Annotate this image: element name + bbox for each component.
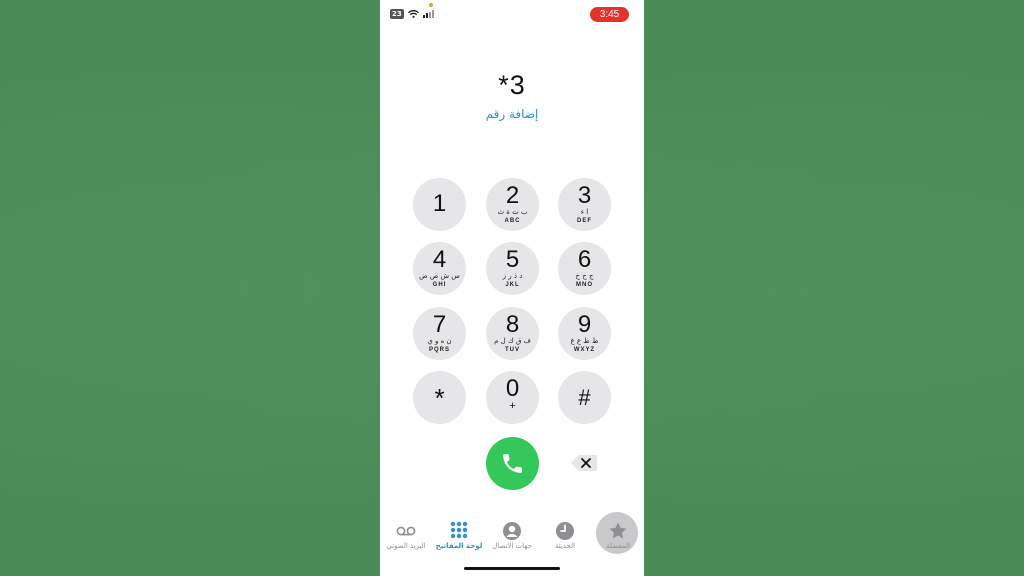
voicemail-icon xyxy=(396,526,416,536)
key-digit: 0 xyxy=(505,375,520,402)
key-arabic-letters: ج ح خ xyxy=(575,272,594,280)
key-6[interactable]: 6 ج ح خ MNO xyxy=(558,242,611,295)
key-latin-letters: DEF xyxy=(577,218,592,224)
tab-label: لوحة المفاتيح xyxy=(435,542,483,550)
key-arabic-letters: س ش ص ض xyxy=(419,272,460,280)
delete-button[interactable] xyxy=(570,454,598,472)
status-time[interactable]: 3:45 xyxy=(590,7,629,22)
home-indicator[interactable] xyxy=(464,567,560,570)
battery-indicator: 23 xyxy=(390,9,404,19)
key-latin-letters: TUV xyxy=(505,347,520,353)
key-digit: 9 xyxy=(577,311,592,338)
key-9[interactable]: 9 ط ظ ع غ WXYZ xyxy=(558,307,611,360)
cellular-signal-icon xyxy=(422,10,434,18)
key-latin-letters: GHI xyxy=(432,282,447,288)
tab-label: الحديثة xyxy=(554,542,576,550)
phone-icon xyxy=(503,454,522,473)
tab-label: جهات الاتصال xyxy=(492,542,532,550)
wifi-icon xyxy=(407,10,419,18)
key-arabic-letters: ن ه و ي xyxy=(427,337,452,345)
key-latin-letters: WXYZ xyxy=(573,347,596,353)
call-button[interactable] xyxy=(486,437,539,490)
tab-contacts[interactable]: جهات الاتصال xyxy=(486,508,538,558)
tab-favorites[interactable]: المفضلة xyxy=(592,508,644,558)
key-2[interactable]: 2 ب ت ة ث ABC xyxy=(486,178,539,231)
key-plus-sign: + xyxy=(509,400,516,412)
key-star[interactable]: * xyxy=(413,371,466,424)
key-arabic-letters: ف ق ك ل م xyxy=(494,337,531,345)
contacts-icon xyxy=(503,522,521,540)
key-4[interactable]: 4 س ش ص ض GHI xyxy=(413,242,466,295)
key-latin-letters: PQRS xyxy=(428,347,450,353)
key-5[interactable]: 5 د ذ ر ز JKL xyxy=(486,242,539,295)
tab-voicemail[interactable]: البريد الصوتي xyxy=(380,508,432,558)
key-arabic-letters: ا ء xyxy=(580,208,589,216)
key-digit: 6 xyxy=(577,246,592,273)
keypad-icon xyxy=(450,521,468,539)
key-latin-letters: MNO xyxy=(576,282,593,288)
key-arabic-letters: ط ظ ع غ xyxy=(570,337,599,345)
star-icon xyxy=(609,522,627,539)
privacy-indicator-dot xyxy=(429,3,433,7)
clock-icon xyxy=(556,522,574,540)
dialed-number: *3 xyxy=(498,70,526,100)
status-left: 23 xyxy=(390,9,434,19)
tab-keypad[interactable]: لوحة المفاتيح xyxy=(433,508,485,558)
key-8[interactable]: 8 ف ق ك ل م TUV xyxy=(486,307,539,360)
key-hash[interactable]: # xyxy=(558,371,611,424)
key-3[interactable]: 3 ا ء DEF xyxy=(558,178,611,231)
key-arabic-letters: ب ت ة ث xyxy=(497,208,528,216)
tab-label: البريد الصوتي xyxy=(386,542,426,550)
phone-screen: 23 3:45 *3 إضافة رقم 1 2 ب ت ة ث ABC 3 ا… xyxy=(380,0,644,576)
backspace-icon xyxy=(571,455,597,471)
key-digit: 3 xyxy=(577,182,592,209)
key-digit: * xyxy=(434,383,445,413)
key-0[interactable]: 0 + xyxy=(486,371,539,424)
key-digit: 5 xyxy=(505,246,520,273)
key-digit: 7 xyxy=(432,311,447,338)
key-digit: 4 xyxy=(432,246,447,273)
key-digit: 8 xyxy=(505,311,520,338)
key-digit: 1 xyxy=(432,190,447,217)
key-digit: 2 xyxy=(505,182,520,209)
key-7[interactable]: 7 ن ه و ي PQRS xyxy=(413,307,466,360)
tab-bar: البريد الصوتي لوحة المفاتيح جهات الاتصال xyxy=(380,508,644,576)
key-digit: # xyxy=(578,385,591,410)
tab-label: المفضلة xyxy=(606,542,630,550)
key-latin-letters: ABC xyxy=(504,218,521,224)
key-arabic-letters: د ذ ر ز xyxy=(502,272,523,280)
add-number-link[interactable]: إضافة رقم xyxy=(380,107,644,121)
tab-recents[interactable]: الحديثة xyxy=(539,508,591,558)
key-latin-letters: JKL xyxy=(505,282,520,288)
status-bar: 23 3:45 xyxy=(380,0,644,28)
key-1[interactable]: 1 xyxy=(413,178,466,231)
